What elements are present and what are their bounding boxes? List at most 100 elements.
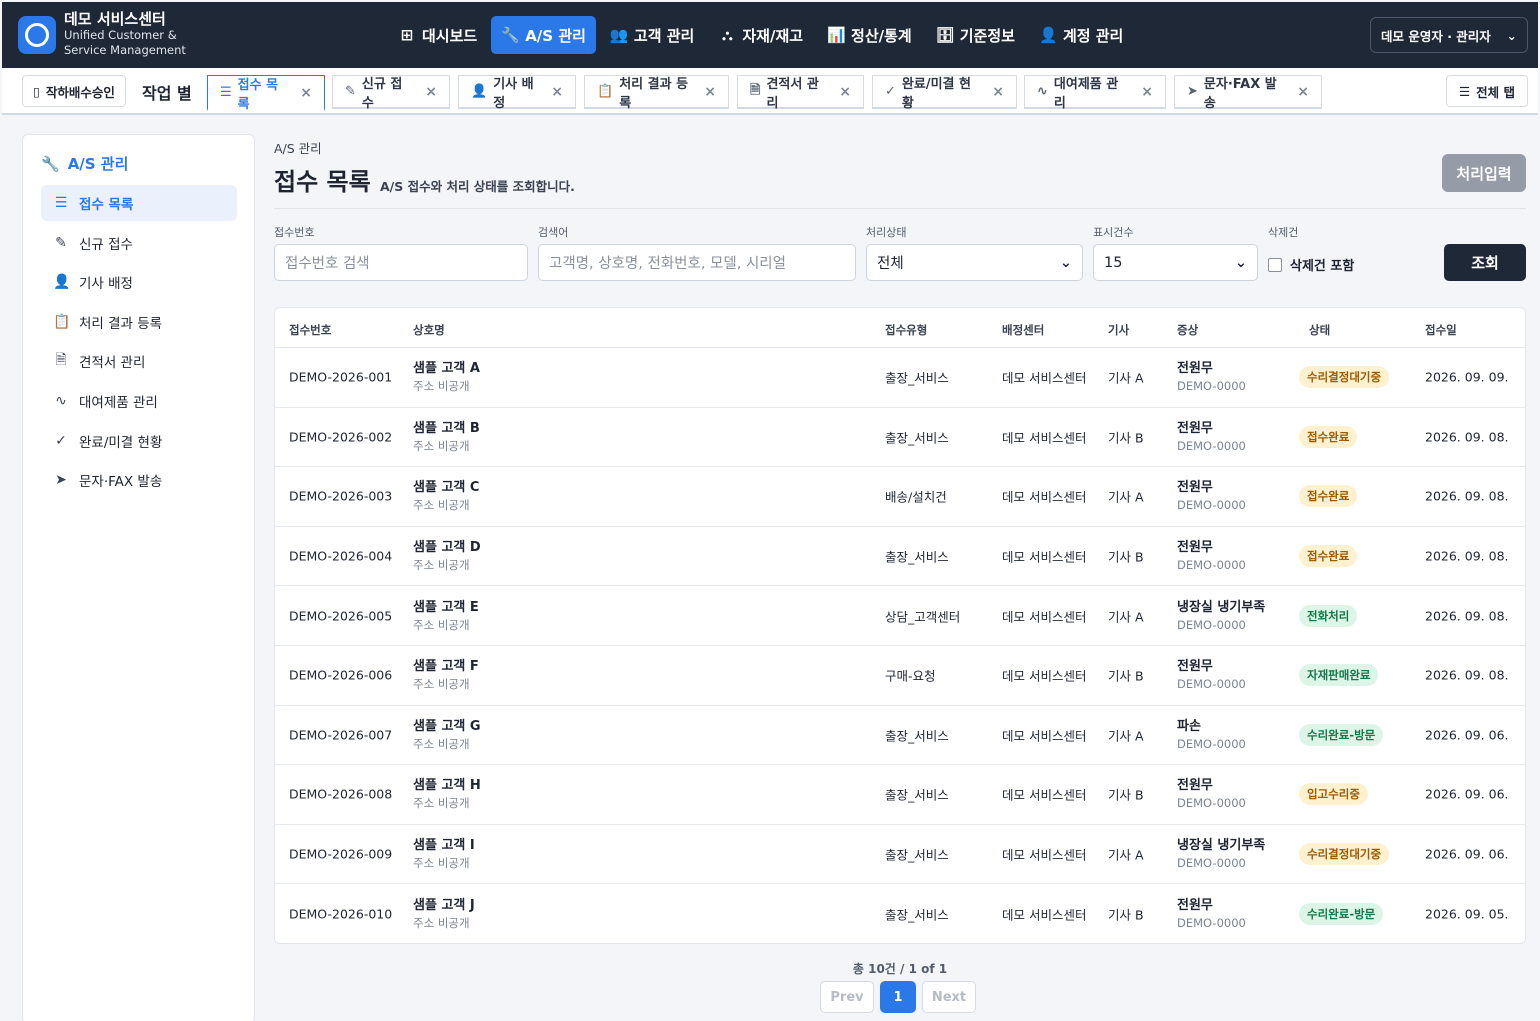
search-button[interactable]: 조회 xyxy=(1444,244,1526,281)
nav-item-2[interactable]: 🔧 A/S 관리 xyxy=(491,16,596,54)
receipt-number[interactable]: DEMO-2026-006 xyxy=(289,668,392,683)
tab-6[interactable]: ✓ 완료/미결 현황 × xyxy=(872,75,1017,111)
tab-3[interactable]: 👤 기사 배정 × xyxy=(458,75,576,111)
tab-5[interactable]: 🗎 견적서 관리 × xyxy=(737,75,864,111)
process-input-button[interactable]: 처리입력 xyxy=(1442,154,1526,192)
table-row[interactable]: DEMO-2026-003 샘플 고객 C 주소 비공개 배송/설치건 데모 서비스센터… xyxy=(275,467,1525,527)
include-deleted-checkbox[interactable]: 삭제건 포함 xyxy=(1268,255,1354,274)
receipt-type: 출장_서비스 xyxy=(885,907,949,923)
keyword-label: 검색어 xyxy=(538,226,569,239)
nav-item-4[interactable]: ⛬ 자재/재고 xyxy=(708,16,813,54)
receipt-number[interactable]: DEMO-2026-005 xyxy=(289,608,392,623)
receipt-number-input[interactable]: 접수번호 검색 xyxy=(274,244,528,281)
sidebar-item-6[interactable]: ∿ 대여제품 관리 xyxy=(41,383,237,419)
sidebar-item-1[interactable]: ☰ 접수 목록 xyxy=(41,185,237,221)
divider xyxy=(274,208,1526,209)
close-icon[interactable]: × xyxy=(425,84,437,100)
close-icon[interactable]: × xyxy=(1297,84,1309,100)
column-header: 상호명 xyxy=(413,323,445,337)
symptom: 전원무 xyxy=(1177,420,1213,436)
model-code: DEMO-0000 xyxy=(1177,736,1246,751)
tab-label: 기사 배정 xyxy=(493,76,534,111)
table-row[interactable]: DEMO-2026-006 샘플 고객 F 주소 비공개 구매-요청 데모 서비스센터 기… xyxy=(275,646,1525,706)
customer-address: 주소 비공개 xyxy=(413,438,470,453)
page-size-select[interactable]: 15 ⌄ xyxy=(1093,244,1258,281)
nav-item-3[interactable]: 👥 고객 관리 xyxy=(600,16,704,54)
table-row[interactable]: DEMO-2026-007 샘플 고객 G 주소 비공개 출장_서비스 데모 서비스센터… xyxy=(275,706,1525,766)
receipt-date: 2026. 09. 08. xyxy=(1425,429,1509,445)
customer-name[interactable]: 샘플 고객 G xyxy=(413,718,481,736)
customer-name[interactable]: 샘플 고객 H xyxy=(413,777,481,795)
nav-item-1[interactable]: ⊞ 대시보드 xyxy=(388,16,487,54)
close-icon[interactable]: × xyxy=(300,85,312,101)
receipt-number[interactable]: DEMO-2026-009 xyxy=(289,847,392,862)
sidebar-item-3[interactable]: 👤 기사 배정 xyxy=(41,264,237,300)
sidebar-heading[interactable]: 🔧 A/S 관리 xyxy=(41,153,128,174)
prev-button[interactable]: Prev xyxy=(820,981,874,1013)
table-row[interactable]: DEMO-2026-002 샘플 고객 B 주소 비공개 출장_서비스 데모 서비스센터… xyxy=(275,408,1525,468)
customer-name[interactable]: 샘플 고객 I xyxy=(413,837,475,855)
technician: 기사 A xyxy=(1108,847,1144,863)
approve-button[interactable]: ▯ 작하배수승인 xyxy=(22,75,126,107)
keyword-input[interactable]: 고객명, 상호명, 전화번호, 모델, 시리얼 xyxy=(538,244,856,281)
receipt-number[interactable]: DEMO-2026-010 xyxy=(289,907,392,922)
page-size-value: 15 xyxy=(1104,254,1123,271)
checkbox-box[interactable] xyxy=(1268,257,1282,272)
status-select[interactable]: 전체 ⌄ xyxy=(866,244,1083,281)
tab-icon: 👤 xyxy=(471,84,488,99)
breadcrumb[interactable]: A/S 관리 xyxy=(274,138,322,157)
close-icon[interactable]: × xyxy=(551,84,563,100)
sidebar-item-2[interactable]: ✎ 신규 접수 xyxy=(41,225,237,261)
table-row[interactable]: DEMO-2026-009 샘플 고객 I 주소 비공개 출장_서비스 데모 서비스센터… xyxy=(275,825,1525,885)
technician: 기사 B xyxy=(1108,787,1144,803)
tab-2[interactable]: ✎ 신규 접수 × xyxy=(332,75,450,111)
tab-7[interactable]: ∿ 대여제품 관리 × xyxy=(1024,75,1166,111)
close-icon[interactable]: × xyxy=(992,84,1004,100)
sidebar-item-7[interactable]: ✓ 완료/미결 현황 xyxy=(41,423,237,459)
tab-1[interactable]: ☰ 접수 목록 × xyxy=(207,75,325,112)
table-row[interactable]: DEMO-2026-001 샘플 고객 A 주소 비공개 출장_서비스 데모 서비스센터… xyxy=(275,348,1525,408)
page-1-button[interactable]: 1 xyxy=(880,981,916,1013)
customer-cell: 샘플 고객 D 주소 비공개 xyxy=(413,539,481,573)
customer-name[interactable]: 샘플 고객 J xyxy=(413,897,475,915)
receipt-number[interactable]: DEMO-2026-008 xyxy=(289,787,392,802)
customer-name[interactable]: 샘플 고객 D xyxy=(413,539,481,557)
customer-name[interactable]: 샘플 고객 F xyxy=(413,658,479,676)
receipt-number[interactable]: DEMO-2026-001 xyxy=(289,370,392,385)
sidebar-item-4[interactable]: 📋 처리 결과 등록 xyxy=(41,304,237,340)
customer-name[interactable]: 샘플 고객 C xyxy=(413,479,479,497)
assigned-center: 데모 서비스센터 xyxy=(1002,549,1087,565)
top-navbar: 데모 서비스센터 Unified Customer & Service Mana… xyxy=(2,2,1538,68)
close-icon[interactable]: × xyxy=(704,84,716,100)
next-button[interactable]: Next xyxy=(922,981,976,1013)
sidebar-item-5[interactable]: 🗎 견적서 관리 xyxy=(41,343,237,379)
table-row[interactable]: DEMO-2026-004 샘플 고객 D 주소 비공개 출장_서비스 데모 서비스센터… xyxy=(275,527,1525,587)
receipt-number[interactable]: DEMO-2026-003 xyxy=(289,489,392,504)
sidebar-item-label: 견적서 관리 xyxy=(79,355,146,372)
receipt-number[interactable]: DEMO-2026-002 xyxy=(289,429,392,444)
customer-address: 주소 비공개 xyxy=(413,856,470,871)
receipt-number[interactable]: DEMO-2026-004 xyxy=(289,549,392,564)
all-tabs-button[interactable]: ☰ 전체 탭 xyxy=(1446,75,1528,107)
brand[interactable]: 데모 서비스센터 Unified Customer & Service Mana… xyxy=(18,10,214,58)
tab-label: 견적서 관리 xyxy=(766,76,819,111)
symptom-cell: 파손 DEMO-0000 xyxy=(1177,718,1246,752)
customer-name[interactable]: 샘플 고객 B xyxy=(413,420,480,438)
sidebar-item-8[interactable]: ➤ 문자·FAX 발송 xyxy=(41,462,237,498)
user-menu[interactable]: 데모 운영자 · 관리자 ⌄ xyxy=(1370,17,1528,53)
nav-item-7[interactable]: 👤 계정 관리 xyxy=(1029,16,1133,54)
customer-name[interactable]: 샘플 고객 A xyxy=(413,360,480,378)
close-icon[interactable]: × xyxy=(839,84,851,100)
chevron-down-icon: ⌄ xyxy=(1059,254,1072,271)
table-row[interactable]: DEMO-2026-005 샘플 고객 E 주소 비공개 상담_고객센터 데모 서비스센… xyxy=(275,586,1525,646)
nav-item-6[interactable]: 🗄 기준정보 xyxy=(926,16,1025,54)
receipt-number[interactable]: DEMO-2026-007 xyxy=(289,727,392,742)
status-filter-label: 처리상태 xyxy=(866,226,907,239)
tab-8[interactable]: ➤ 문자·FAX 발송 × xyxy=(1174,75,1322,111)
table-row[interactable]: DEMO-2026-008 샘플 고객 H 주소 비공개 출장_서비스 데모 서비스센터… xyxy=(275,765,1525,825)
close-icon[interactable]: × xyxy=(1141,84,1153,100)
customer-name[interactable]: 샘플 고객 E xyxy=(413,599,479,617)
tab-4[interactable]: 📋 처리 결과 등록 × xyxy=(584,75,729,111)
nav-item-5[interactable]: 📊 정산/통계 xyxy=(817,16,922,54)
table-row[interactable]: DEMO-2026-010 샘플 고객 J 주소 비공개 출장_서비스 데모 서비스센터… xyxy=(275,884,1525,944)
